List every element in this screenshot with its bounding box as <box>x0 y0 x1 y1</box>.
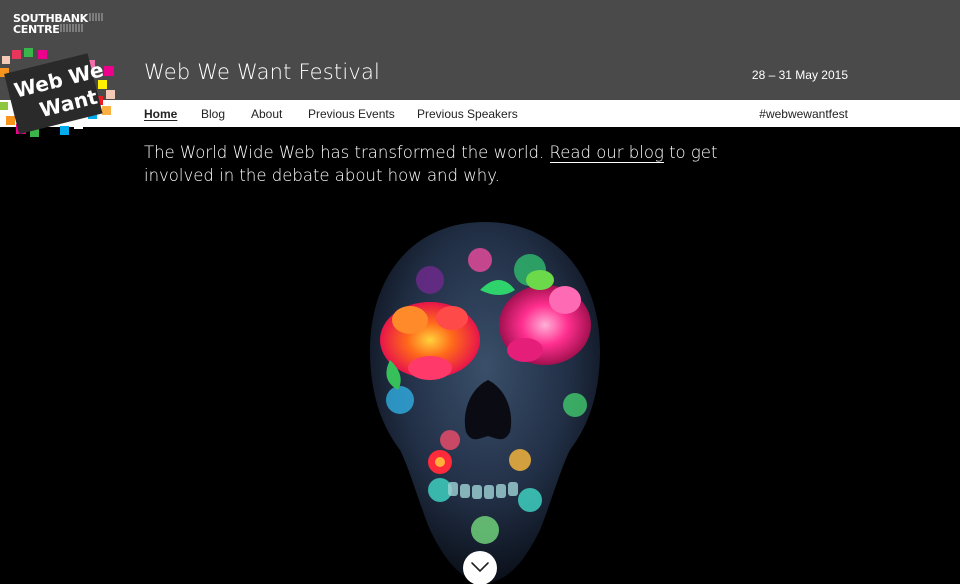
intro-text: The World Wide Web has transformed the w… <box>144 141 724 187</box>
hero-skull-artwork <box>370 222 600 584</box>
logo-pixel-mark <box>88 13 103 21</box>
nav-previous-speakers[interactable]: Previous Speakers <box>417 107 518 121</box>
nav-blog[interactable]: Blog <box>201 107 225 121</box>
main-nav: Home Blog About Previous Events Previous… <box>0 100 960 127</box>
southbank-centre-logo[interactable]: SOUTHBANK CENTRE <box>13 13 103 35</box>
nav-previous-events[interactable]: Previous Events <box>308 107 395 121</box>
scroll-down-button[interactable] <box>463 551 497 584</box>
header-bar: SOUTHBANK CENTRE Web We Want Festival 28… <box>0 0 960 100</box>
read-blog-link[interactable]: Read our blog <box>549 143 664 163</box>
page: SOUTHBANK CENTRE Web We Want Festival 28… <box>0 0 960 584</box>
intro-text-part1: The World Wide Web has transformed the w… <box>144 143 550 162</box>
logo-pixel-mark <box>60 24 85 32</box>
site-title[interactable]: Web We Want Festival <box>144 60 380 84</box>
festival-dates: 28 – 31 May 2015 <box>751 68 848 82</box>
nav-home[interactable]: Home <box>144 107 177 121</box>
hashtag-link[interactable]: #webwewantfest <box>759 107 848 121</box>
nav-about[interactable]: About <box>251 107 282 121</box>
scroll-down-chevron-icon <box>471 562 489 573</box>
web-we-want-logo[interactable]: Web We Want <box>0 46 122 138</box>
org-name-line2: CENTRE <box>13 23 60 36</box>
